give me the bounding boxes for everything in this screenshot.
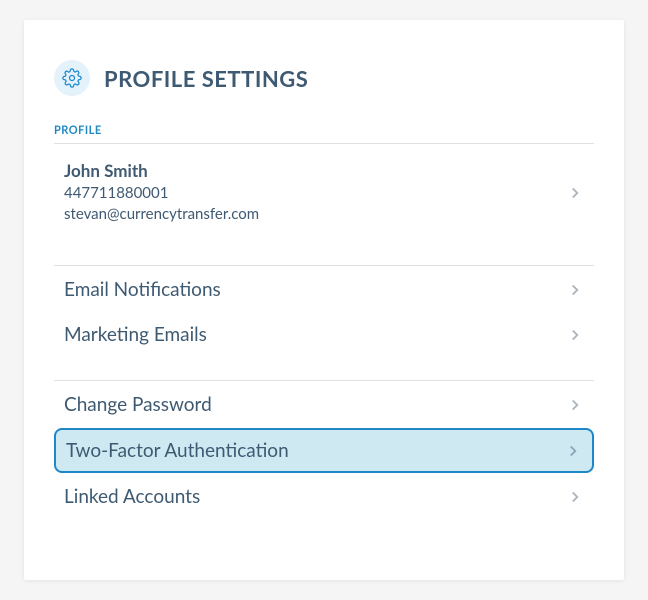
chevron-right-icon: [566, 184, 584, 202]
item-label: Email Notifications: [64, 278, 221, 301]
header: PROFILE SETTINGS: [54, 60, 594, 96]
item-label: Marketing Emails: [64, 323, 207, 346]
profile-item[interactable]: John Smith 447711880001 stevan@currencyt…: [54, 144, 594, 243]
chevron-right-icon: [564, 442, 582, 460]
settings-card: PROFILE SETTINGS PROFILE John Smith 4477…: [24, 20, 624, 580]
change-password-item[interactable]: Change Password: [54, 383, 594, 426]
chevron-right-icon: [566, 396, 584, 414]
profile-info: John Smith 447711880001 stevan@currencyt…: [64, 160, 259, 225]
marketing-emails-item[interactable]: Marketing Emails: [54, 313, 594, 356]
gear-icon-circle: [54, 60, 90, 96]
divider: [54, 380, 594, 381]
profile-name: John Smith: [64, 160, 259, 181]
gear-icon: [62, 68, 82, 88]
chevron-right-icon: [566, 281, 584, 299]
page-title: PROFILE SETTINGS: [104, 65, 308, 92]
item-label: Linked Accounts: [64, 485, 200, 508]
divider: [54, 265, 594, 266]
profile-phone: 447711880001: [64, 183, 259, 204]
linked-accounts-item[interactable]: Linked Accounts: [54, 475, 594, 518]
email-notifications-item[interactable]: Email Notifications: [54, 268, 594, 311]
chevron-right-icon: [566, 326, 584, 344]
item-label: Two-Factor Authentication: [66, 439, 289, 462]
profile-section-label: PROFILE: [54, 124, 594, 137]
profile-email: stevan@currencytransfer.com: [64, 204, 259, 225]
chevron-right-icon: [566, 488, 584, 506]
two-factor-authentication-item[interactable]: Two-Factor Authentication: [54, 428, 594, 473]
item-label: Change Password: [64, 393, 212, 416]
